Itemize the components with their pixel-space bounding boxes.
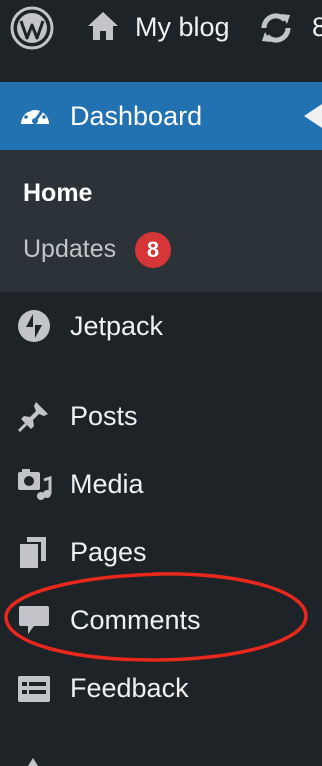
site-name-link[interactable]: My blog [135,11,230,43]
home-icon[interactable] [86,9,120,43]
updates-count[interactable]: 8 [312,11,322,43]
menu-label-dashboard: Dashboard [70,101,203,131]
pushpin-icon [17,402,48,433]
submenu-item-home[interactable]: Home [23,178,92,208]
media-icon [18,469,52,500]
menu-label-posts: Posts [70,401,138,431]
menu-label-media: Media [70,469,144,499]
menu-item-media[interactable]: Media [0,454,322,514]
menu-item-posts[interactable]: Posts [0,386,322,446]
spacer [0,56,322,82]
menu-item-feedback[interactable]: Feedback [0,658,322,718]
active-pointer [304,104,322,128]
menu-label-comments: Comments [70,605,201,635]
submenu-item-updates[interactable]: Updates [23,234,116,264]
comment-icon [19,606,49,634]
menu-item-pages[interactable]: Pages [0,522,322,582]
pages-icon [20,537,46,568]
dashboard-icon [21,105,49,124]
wordpress-logo-icon[interactable] [10,6,54,50]
cut-off-menu-icon [28,758,38,766]
updates-badge: 8 [135,232,171,268]
jetpack-icon [18,310,50,342]
menu-label-feedback: Feedback [70,673,189,703]
feedback-icon [18,676,50,702]
menu-item-jetpack[interactable]: Jetpack [0,296,322,356]
updates-icon[interactable] [258,10,294,46]
dashboard-submenu: Home Updates 8 [0,150,322,292]
admin-bar: My blog 8 [0,0,322,56]
menu-item-comments[interactable]: Comments [0,590,322,650]
menu-label-pages: Pages [70,537,147,567]
menu-item-dashboard[interactable]: Dashboard [0,82,322,150]
menu-label-jetpack: Jetpack [70,311,164,341]
